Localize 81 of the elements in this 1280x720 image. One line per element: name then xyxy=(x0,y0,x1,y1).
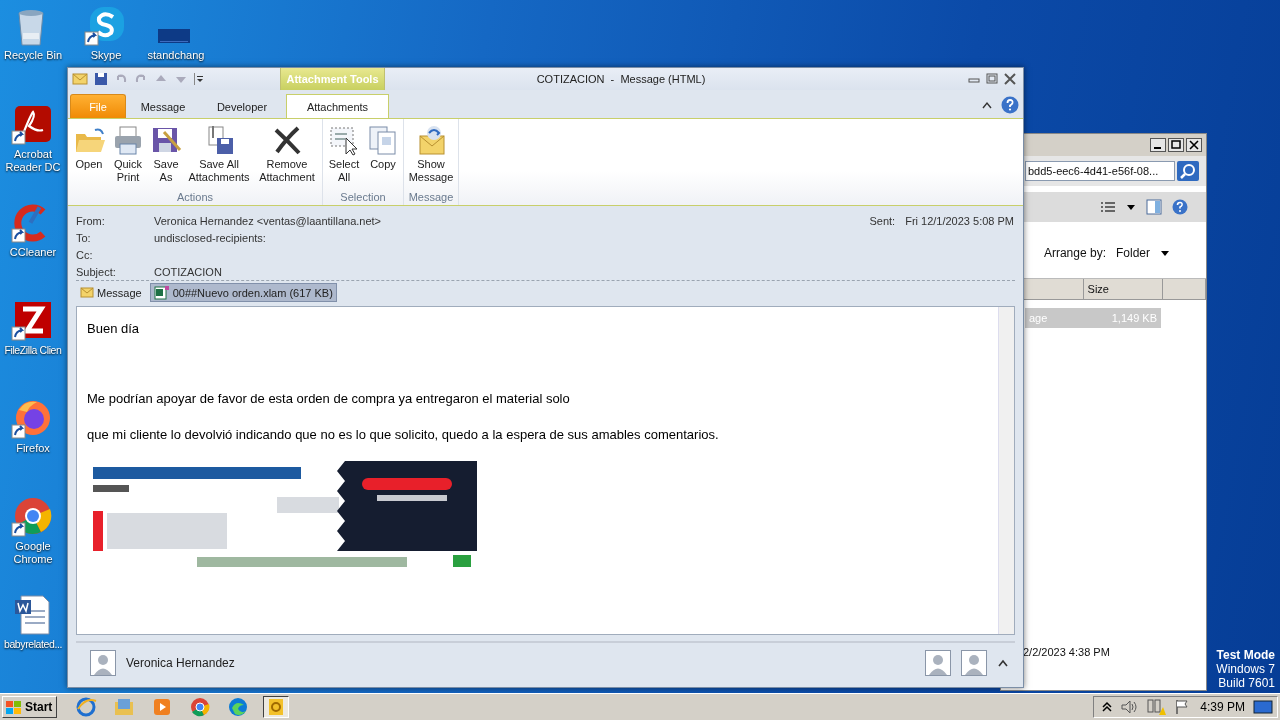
customize-icon[interactable] xyxy=(194,72,204,86)
field-label: Subject: xyxy=(76,265,117,278)
dropdown-icon[interactable] xyxy=(1160,249,1170,257)
windows-logo-icon xyxy=(5,699,23,715)
ribbon-tab[interactable]: Developer xyxy=(198,94,286,118)
taskbar-button[interactable] xyxy=(263,696,290,718)
save-icon[interactable] xyxy=(94,72,108,86)
maximize-icon[interactable] xyxy=(1168,138,1184,152)
arrange-value[interactable]: Folder xyxy=(1116,246,1150,260)
network-warning-icon[interactable] xyxy=(1146,698,1167,716)
watermark-text: Windows 7 xyxy=(1216,662,1275,676)
icon-label[interactable]: babyrelated... xyxy=(4,638,62,651)
icon-label[interactable]: Acrobat Reader DC xyxy=(0,148,66,174)
icon-label[interactable]: Recycle Bin xyxy=(3,49,63,62)
sender-name: Veronica Hernandez xyxy=(126,656,235,670)
printer-icon xyxy=(112,124,144,156)
avatar-icon xyxy=(925,650,951,676)
date-text: 2/2/2023 4:38 PM xyxy=(1023,646,1111,658)
ribbon-button[interactable]: Open xyxy=(69,121,109,191)
message-tab[interactable]: Message xyxy=(76,283,146,302)
ribbon-tab[interactable]: Attachments xyxy=(286,94,389,118)
ribbon-button[interactable]: Save All Attachments xyxy=(185,121,253,191)
dropdown-icon[interactable] xyxy=(1126,203,1136,211)
edge-icon xyxy=(227,696,250,718)
envelope-icon xyxy=(80,287,94,298)
help-icon[interactable] xyxy=(1172,199,1188,215)
cursor-selection-icon xyxy=(328,124,360,156)
icon-label[interactable]: standchang xyxy=(147,49,205,62)
avatar-icon xyxy=(90,650,116,676)
icon-label[interactable]: FileZilla Clien xyxy=(4,344,62,357)
help-icon[interactable] xyxy=(1001,96,1019,114)
window-title: COTIZACION - Message (HTML) xyxy=(535,73,707,85)
body-paragraph: que mi cliente lo devolvió indicando que no es lo que solicito, quedo a la espera de sus amables comentarios. xyxy=(87,427,720,443)
show-desktop-icon[interactable] xyxy=(1253,699,1273,715)
close-icon[interactable] xyxy=(1186,138,1202,152)
preview-pane-icon[interactable] xyxy=(1146,199,1162,215)
field-label: Cc: xyxy=(76,248,94,261)
contextual-tab-group: Attachment Tools xyxy=(280,68,385,90)
clock[interactable]: 4:39 PM xyxy=(1200,700,1245,714)
field-label: To: xyxy=(76,231,92,244)
collapse-ribbon-icon[interactable] xyxy=(981,100,993,110)
field-label: From: xyxy=(76,214,106,227)
field-value: undisclosed-recipients: xyxy=(154,231,266,244)
expand-icon[interactable] xyxy=(997,658,1009,668)
ribbon-button[interactable]: Save As xyxy=(147,121,185,191)
body-paragraph: Me podrían apoyar de favor de esta orden de compra ya entregaron el material solo xyxy=(87,391,571,407)
group-label: Selection xyxy=(339,191,387,205)
icon-label[interactable]: CCleaner xyxy=(9,246,57,259)
icon-label[interactable]: Firefox xyxy=(16,442,50,455)
show-hidden-icons-icon[interactable] xyxy=(1102,701,1113,713)
search-icon[interactable] xyxy=(1177,161,1199,181)
pages-icon xyxy=(367,124,399,156)
search-field[interactable]: bdd5-eec6-4d41-e56f-08... xyxy=(1025,161,1175,181)
field-value: Veronica Hernandez <ventas@laantillana.net> xyxy=(154,214,382,227)
icon-label[interactable]: Google Chrome xyxy=(0,540,66,566)
watermark-text: Test Mode xyxy=(1216,648,1275,662)
start-button[interactable]: Start xyxy=(2,696,58,718)
ribbon-tab[interactable]: Message xyxy=(128,94,198,118)
group-label: Actions xyxy=(175,191,215,205)
spreadsheet-icon xyxy=(153,285,170,300)
folder-icon xyxy=(113,696,136,718)
browser-icon xyxy=(75,696,98,718)
watermark-text: Build 7601 xyxy=(1218,676,1275,690)
avatar-icon xyxy=(961,650,987,676)
field-value: COTIZACION xyxy=(154,265,222,278)
field-value: Fri 12/1/2023 5:08 PM xyxy=(905,214,1014,227)
group-label: Message xyxy=(407,191,455,205)
attachment-tab[interactable]: 00##Nuevo orden.xlam (617 KB) xyxy=(149,283,337,302)
icon-label[interactable]: Skype xyxy=(90,49,122,62)
speaker-icon[interactable] xyxy=(1120,699,1139,715)
ribbon-button[interactable]: Quick Print xyxy=(109,121,147,191)
ribbon-button[interactable]: Select All xyxy=(324,121,364,191)
ribbon-button[interactable]: Copy xyxy=(364,121,402,191)
body-paragraph: Buen día xyxy=(87,321,141,337)
ribbon-button[interactable]: Show Message xyxy=(405,121,457,191)
arrange-label: Arrange by: xyxy=(1043,246,1106,260)
ribbon-button[interactable]: Remove Attachment xyxy=(253,121,321,191)
field-label: Sent: xyxy=(869,214,896,227)
list-view-icon[interactable] xyxy=(1100,200,1116,214)
minimize-icon[interactable] xyxy=(1150,138,1166,152)
close-icon[interactable] xyxy=(1003,73,1017,85)
